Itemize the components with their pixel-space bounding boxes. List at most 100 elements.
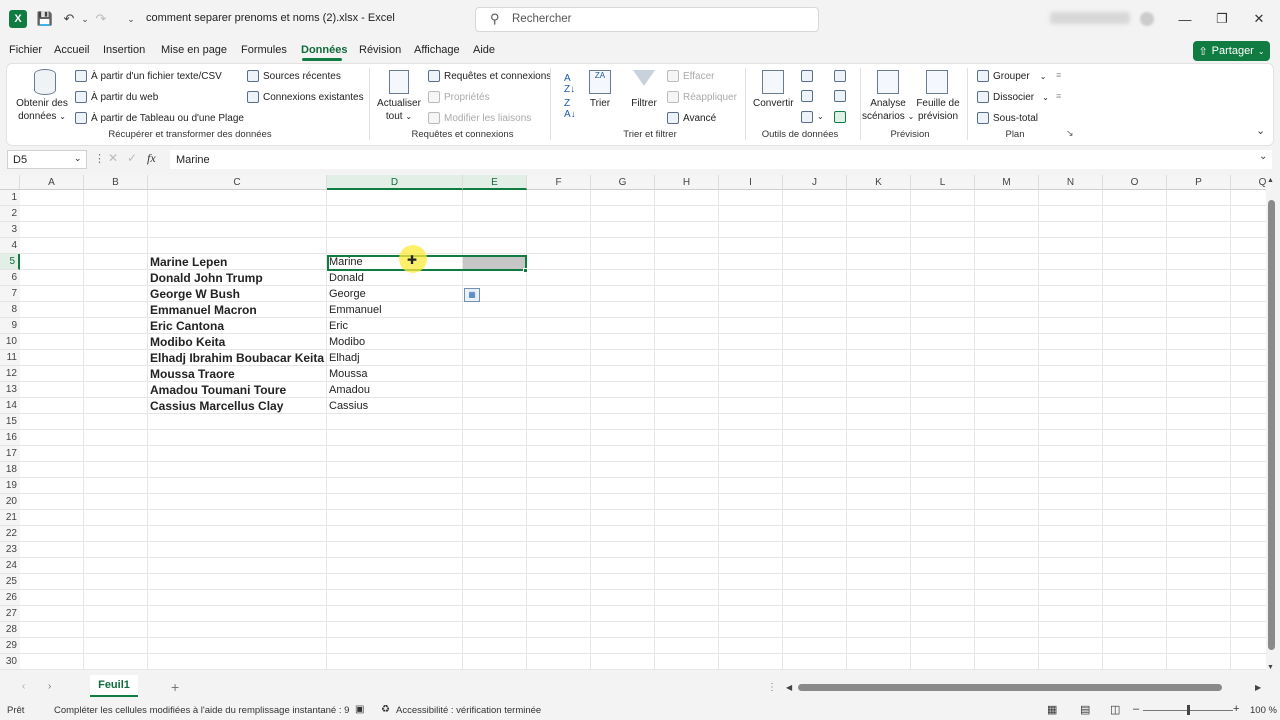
row-header-17[interactable]: 17 xyxy=(0,446,20,462)
spreadsheet-grid[interactable]: ABCDEFGHIJKLMNOPQ 1 2 3 4 5 6 7 8 9 10 11 12 13 14 15 1… xyxy=(0,175,1266,670)
flash-fill-icon[interactable] xyxy=(801,70,813,82)
accessibility-status[interactable]: Accessibilité : vérification terminée xyxy=(396,705,541,716)
row-header-21[interactable]: 21 xyxy=(0,510,20,526)
sort-za-icon[interactable]: Z A↓ xyxy=(564,98,576,120)
column-header-a[interactable]: A xyxy=(20,175,84,190)
restore-icon[interactable]: ❐ xyxy=(1213,10,1231,28)
redo-icon[interactable]: ↷ xyxy=(92,10,110,28)
ungroup-button[interactable]: Dissocier ⌄ xyxy=(977,91,1049,103)
column-header-b[interactable]: B xyxy=(84,175,148,190)
show-detail-icon[interactable]: ≡ xyxy=(1056,70,1061,80)
row-header-9[interactable]: 9 xyxy=(0,318,20,334)
row-header-7[interactable]: 7 xyxy=(0,286,20,302)
select-all-corner[interactable] xyxy=(0,175,20,190)
tab-fichier[interactable]: Fichier xyxy=(9,44,42,56)
customize-qat-icon[interactable]: ⌄ xyxy=(122,10,140,28)
row-header-27[interactable]: 27 xyxy=(0,606,20,622)
cell-full-name[interactable]: Eric Cantona xyxy=(148,318,224,334)
chevron-down-icon[interactable]: ⌄ xyxy=(74,153,82,164)
accessibility-icon[interactable]: ♻ xyxy=(381,704,390,715)
data-model-icon[interactable] xyxy=(834,111,846,123)
minimize-icon[interactable]: — xyxy=(1176,10,1194,28)
vertical-scroll-thumb[interactable] xyxy=(1268,200,1275,650)
prev-sheet-icon[interactable]: ‹ xyxy=(22,681,25,692)
row-header-10[interactable]: 10 xyxy=(0,334,20,350)
row-header-14[interactable]: 14 xyxy=(0,398,20,414)
row-header-29[interactable]: 29 xyxy=(0,638,20,654)
page-layout-icon[interactable]: ▤ xyxy=(1080,703,1090,716)
row-header-30[interactable]: 30 xyxy=(0,654,20,670)
group-button[interactable]: Grouper ⌄ xyxy=(977,70,1046,82)
selected-cell[interactable] xyxy=(327,255,527,271)
name-box[interactable]: D5 ⌄ xyxy=(7,150,87,169)
collapse-ribbon-icon[interactable]: ⌄ xyxy=(1256,124,1265,137)
cell-full-name[interactable]: Marine Lepen xyxy=(148,254,227,270)
column-header-i[interactable]: I xyxy=(719,175,783,190)
column-header-f[interactable]: F xyxy=(527,175,591,190)
insert-function-icon[interactable]: fx xyxy=(147,151,156,166)
forecast-sheet-button[interactable]: Feuille de prévision xyxy=(915,97,961,123)
column-header-k[interactable]: K xyxy=(847,175,911,190)
sheet-tab-feuil1[interactable]: Feuil1 xyxy=(90,675,138,697)
tab-insertion[interactable]: Insertion xyxy=(103,44,145,56)
sort-az-icon[interactable]: A Z↓ xyxy=(564,73,575,95)
chevron-down-icon[interactable]: ⌄ xyxy=(817,112,824,121)
column-header-m[interactable]: M xyxy=(975,175,1039,190)
existing-connections-button[interactable]: Connexions existantes xyxy=(247,91,364,103)
tab-aide[interactable]: Aide xyxy=(473,44,495,56)
horizontal-scroll-thumb[interactable] xyxy=(798,684,1222,691)
cell-first-name[interactable]: Emmanuel xyxy=(327,302,382,318)
row-header-26[interactable]: 26 xyxy=(0,590,20,606)
row-header-25[interactable]: 25 xyxy=(0,574,20,590)
page-break-icon[interactable]: ◫ xyxy=(1110,703,1120,716)
edit-links-button[interactable]: Modifier les liaisons xyxy=(428,112,531,124)
user-account[interactable] xyxy=(1050,12,1130,24)
row-header-5[interactable]: 5 xyxy=(0,254,20,270)
row-header-4[interactable]: 4 xyxy=(0,238,20,254)
search-box[interactable]: ⚲ Rechercher xyxy=(475,7,819,32)
column-header-l[interactable]: L xyxy=(911,175,975,190)
row-header-2[interactable]: 2 xyxy=(0,206,20,222)
column-header-h[interactable]: H xyxy=(655,175,719,190)
tab-formules[interactable]: Formules xyxy=(241,44,287,56)
reapply-button[interactable]: Réappliquer xyxy=(667,91,737,103)
row-header-24[interactable]: 24 xyxy=(0,558,20,574)
more-icon[interactable]: ⋮ xyxy=(767,682,777,693)
normal-view-icon[interactable]: ▦ xyxy=(1047,703,1057,716)
column-header-p[interactable]: P xyxy=(1167,175,1231,190)
from-text-csv-button[interactable]: À partir d'un fichier texte/CSV xyxy=(75,70,222,82)
row-header-8[interactable]: 8 xyxy=(0,302,20,318)
zoom-out-icon[interactable]: – xyxy=(1133,703,1139,715)
row-header-11[interactable]: 11 xyxy=(0,350,20,366)
clear-button[interactable]: Effacer xyxy=(667,70,715,82)
tab-accueil[interactable]: Accueil xyxy=(54,44,89,56)
row-header-18[interactable]: 18 xyxy=(0,462,20,478)
row-header-28[interactable]: 28 xyxy=(0,622,20,638)
cancel-icon[interactable]: ✕ xyxy=(108,151,118,165)
column-header-d[interactable]: D xyxy=(327,175,463,190)
row-header-12[interactable]: 12 xyxy=(0,366,20,382)
share-button[interactable]: ⇧ Partager ⌄ xyxy=(1193,41,1270,61)
row-header-6[interactable]: 6 xyxy=(0,270,20,286)
column-header-g[interactable]: G xyxy=(591,175,655,190)
scroll-up-icon[interactable]: ▲ xyxy=(1267,177,1274,184)
consolidate-icon[interactable] xyxy=(834,70,846,82)
cell-first-name[interactable]: Eric xyxy=(327,318,348,334)
scroll-down-icon[interactable]: ▼ xyxy=(1267,664,1274,671)
recent-sources-button[interactable]: Sources récentes xyxy=(247,70,341,82)
add-sheet-icon[interactable]: + xyxy=(171,679,179,695)
advanced-filter-button[interactable]: Avancé xyxy=(667,112,716,124)
zoom-in-icon[interactable]: + xyxy=(1233,703,1239,715)
row-header-13[interactable]: 13 xyxy=(0,382,20,398)
column-header-q[interactable]: Q xyxy=(1231,175,1266,190)
cell-full-name[interactable]: Moussa Traore xyxy=(148,366,235,382)
cell-first-name[interactable]: Amadou xyxy=(327,382,370,398)
scroll-right-icon[interactable]: ▶ xyxy=(1255,683,1261,692)
enter-icon[interactable]: ✓ xyxy=(127,151,137,165)
properties-button[interactable]: Propriétés xyxy=(428,91,490,103)
what-if-analysis-button[interactable]: Analyse scénarios ⌄ xyxy=(862,97,914,123)
expand-formula-icon[interactable]: ⌄ xyxy=(1259,151,1267,162)
tab-affichage[interactable]: Affichage xyxy=(414,44,460,56)
relationships-icon[interactable] xyxy=(834,90,846,102)
tab-mise-en-page[interactable]: Mise en page xyxy=(161,44,227,56)
